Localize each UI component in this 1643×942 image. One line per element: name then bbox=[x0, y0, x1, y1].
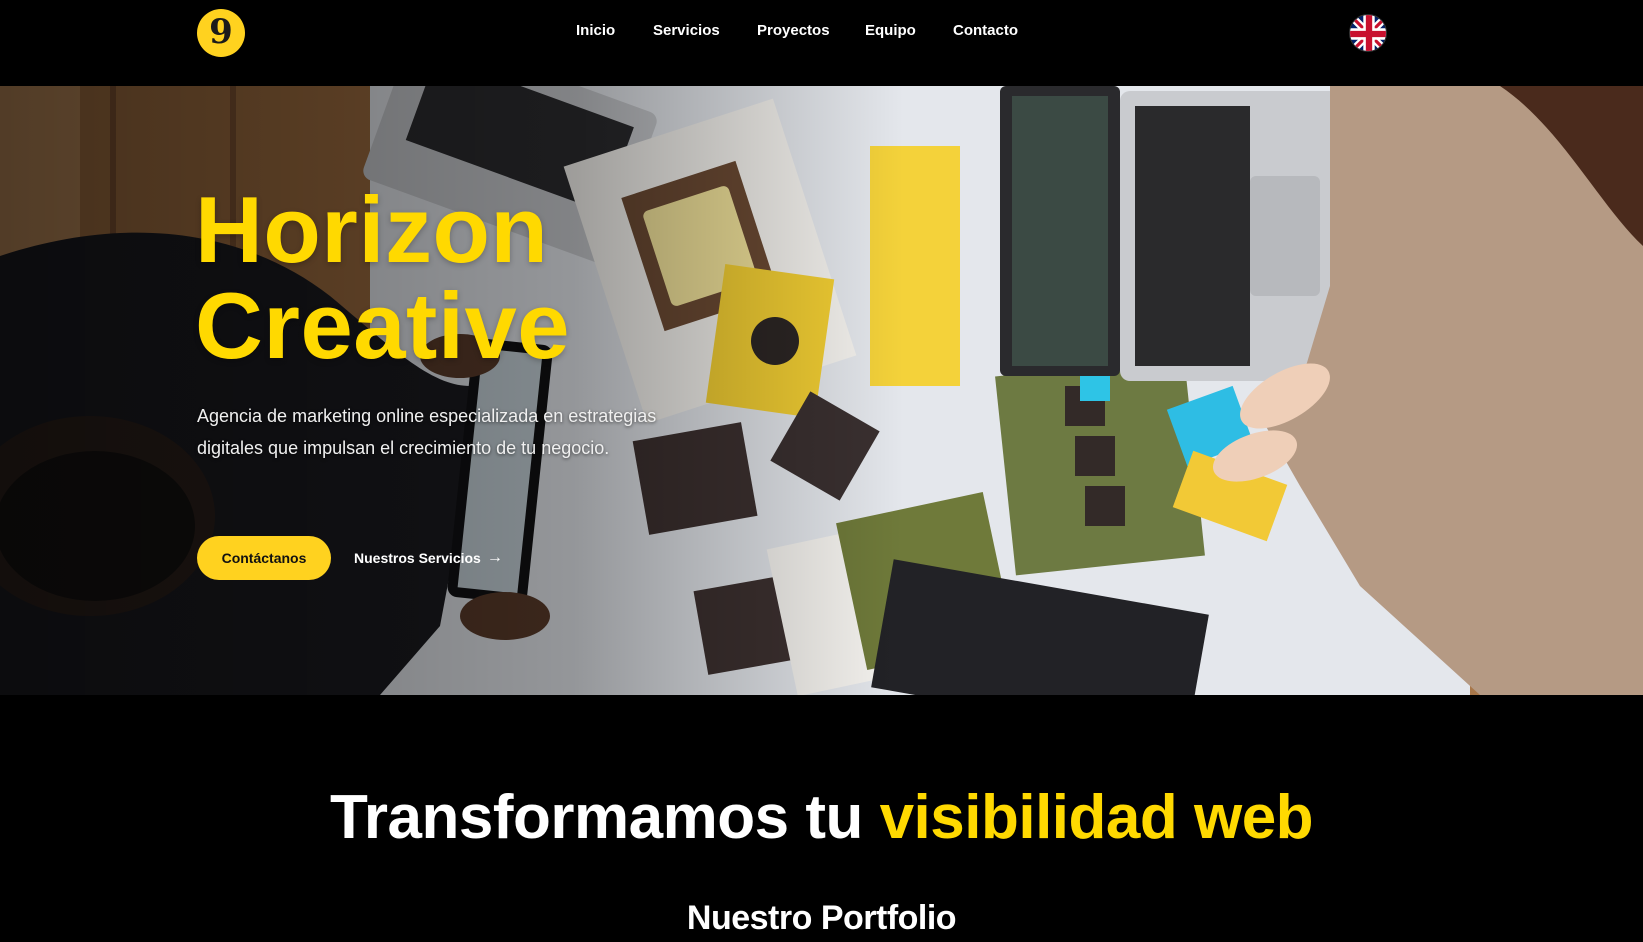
services-link[interactable]: Nuestros Servicios → bbox=[354, 549, 503, 567]
nav-contacto-link[interactable]: Contacto bbox=[953, 22, 1033, 39]
portfolio-title: Nuestro Portfolio bbox=[686, 899, 957, 937]
arrow-right-icon: → bbox=[486, 549, 503, 566]
uk-flag-icon[interactable] bbox=[1349, 14, 1387, 52]
hero-title: Horizon Creative bbox=[195, 177, 570, 378]
top-navigation: 9 Inicio Servicios Proyectos Equipo Cont… bbox=[0, 0, 1643, 86]
hero-section: Horizon Creative Agencia de marketing on… bbox=[0, 86, 1643, 695]
horizon-logo-icon[interactable]: 9 bbox=[197, 9, 245, 57]
contact-button[interactable]: Contáctanos bbox=[197, 536, 331, 580]
nav-inicio-link[interactable]: Inicio bbox=[576, 22, 653, 39]
nav-servicios-link[interactable]: Servicios bbox=[653, 22, 757, 39]
nav-proyectos-link[interactable]: Proyectos bbox=[757, 22, 865, 39]
main-menu: Inicio Servicios Proyectos Equipo Contac… bbox=[576, 22, 1033, 39]
section-headline: Transformamos tu visibilidad web bbox=[329, 783, 1314, 852]
hero-subtitle: Agencia de marketing online especializad… bbox=[197, 406, 657, 458]
nav-equipo-link[interactable]: Equipo bbox=[865, 22, 953, 39]
